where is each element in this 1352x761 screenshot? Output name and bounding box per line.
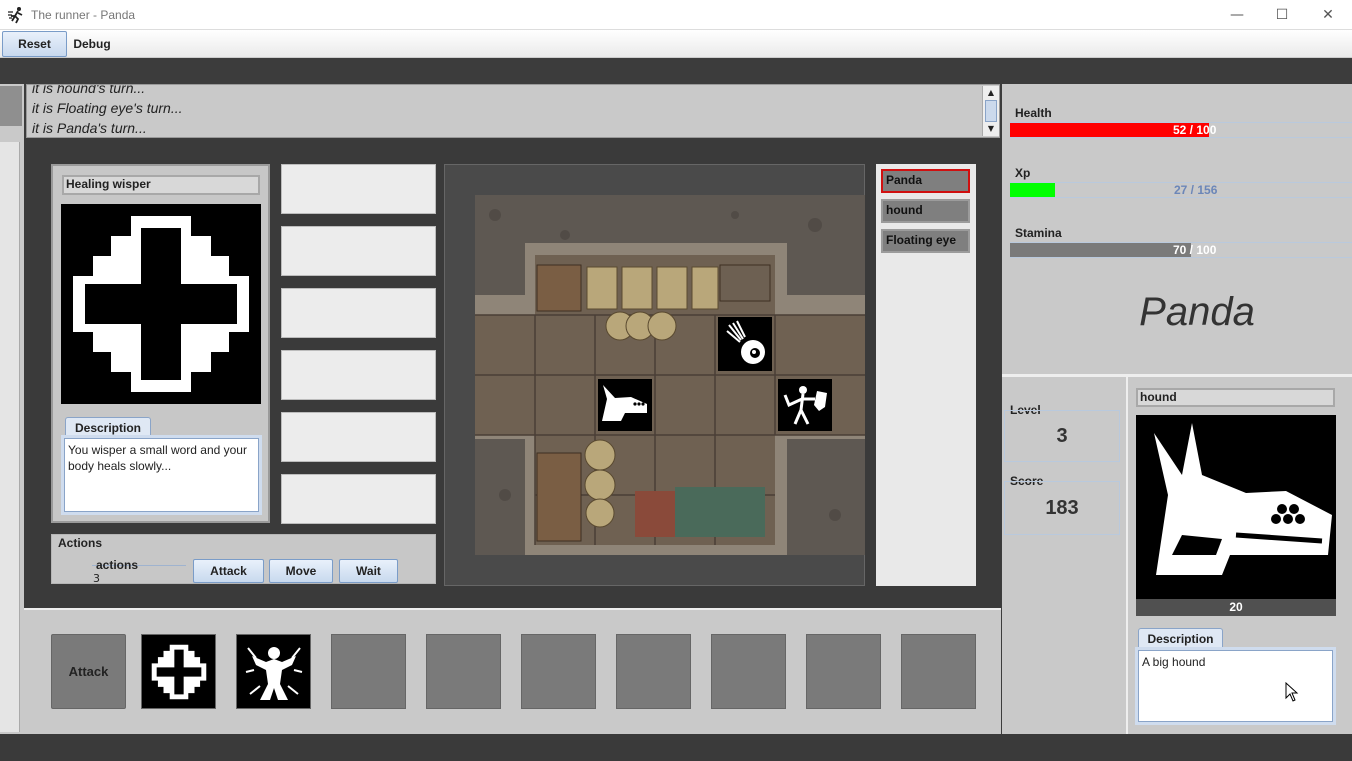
hotbar-slot[interactable] (806, 634, 881, 709)
stamina-value: 70 / 100 (1173, 243, 1217, 257)
turn-item-hound[interactable]: hound (881, 199, 970, 223)
hotbar-slot[interactable] (331, 634, 406, 709)
title-bar: The runner - Panda — ☐ ✕ (0, 0, 1352, 30)
turn-item-panda[interactable]: Panda (881, 169, 970, 193)
actions-count-label: actions (96, 558, 139, 572)
log-line: it is Floating eye's turn... (32, 100, 183, 116)
stamina-label: Stamina (1015, 226, 1062, 240)
skill-slot[interactable] (281, 226, 436, 276)
close-button[interactable]: ✕ (1305, 0, 1351, 30)
move-button[interactable]: Move (269, 559, 333, 583)
window-title: The runner - Panda (31, 8, 136, 22)
skill-slot[interactable] (281, 350, 436, 400)
skill-name: Healing wisper (62, 175, 260, 195)
xp-value: 27 / 156 (1174, 183, 1218, 197)
xp-label: Xp (1015, 166, 1031, 180)
dungeon-map[interactable] (475, 195, 865, 555)
skill-description-tab[interactable]: Description (65, 417, 151, 437)
runner-app-icon (8, 7, 23, 24)
xp-bar: 27 / 156 (1010, 182, 1352, 198)
target-value: 20 (1136, 599, 1336, 616)
hotbar-slot-burst[interactable] (236, 634, 311, 709)
xp-bar-fill (1010, 183, 1055, 197)
health-label: Health (1015, 106, 1052, 120)
close-icon: ✕ (1322, 7, 1334, 23)
debug-menu[interactable]: Debug (69, 31, 115, 57)
scroll-thumb[interactable] (985, 100, 997, 122)
splitter-handle[interactable] (0, 86, 22, 126)
scroll-down-icon[interactable]: ▼ (985, 124, 997, 134)
mouse-cursor-icon (1285, 682, 1299, 702)
player-name: Panda (1139, 290, 1255, 334)
target-description-tab[interactable]: Description (1138, 628, 1223, 648)
reset-button[interactable]: Reset (2, 31, 67, 57)
actions-panel: Actions actions 3 Attack Move Wait (51, 534, 436, 585)
burst-figure-icon (245, 647, 303, 700)
maximize-button[interactable]: ☐ (1259, 0, 1305, 30)
skill-card: Healing wisper Description You wisper a … (51, 164, 270, 523)
level-score-panel: Level 3 Score 183 (1002, 374, 1128, 734)
skill-description: You wisper a small word and your body he… (61, 435, 262, 515)
hotbar-slot[interactable] (426, 634, 501, 709)
skill-slot[interactable] (281, 474, 436, 524)
skill-slot[interactable] (281, 164, 436, 214)
level-value: 3 (1004, 410, 1120, 462)
health-bar: 52 / 100 (1010, 122, 1352, 138)
stamina-bar: 70 / 100 (1010, 242, 1352, 258)
menu-bar: Reset Debug (0, 30, 1352, 58)
bottom-edge (0, 734, 1352, 761)
log-line: it is Panda's turn... (32, 120, 147, 136)
turn-item-floating-eye[interactable]: Floating eye (881, 229, 970, 253)
hotbar-slot[interactable] (616, 634, 691, 709)
healing-cross-icon (61, 204, 261, 404)
hotbar-slot[interactable] (711, 634, 786, 709)
attack-button[interactable]: Attack (193, 559, 264, 583)
target-description: A big hound (1135, 647, 1336, 725)
skill-slot[interactable] (281, 412, 436, 462)
turn-log[interactable]: it is hound's turn... it is Floating eye… (26, 84, 1000, 138)
maximize-icon: ☐ (1275, 7, 1289, 23)
hound-head-icon (1136, 415, 1336, 599)
log-line: it is hound's turn... (32, 84, 146, 96)
hotbar-slot[interactable] (901, 634, 976, 709)
minimize-button[interactable]: — (1214, 0, 1260, 30)
hotbar-slot[interactable] (521, 634, 596, 709)
actions-count-value: 3 (93, 572, 100, 585)
healing-cross-icon (151, 644, 207, 700)
skill-slot[interactable] (281, 288, 436, 338)
hotbar-slot-healing[interactable] (141, 634, 216, 709)
wait-button[interactable]: Wait (339, 559, 398, 583)
left-panel-edge (0, 142, 20, 732)
log-scrollbar[interactable]: ▲ ▼ (982, 86, 999, 136)
actions-title: Actions (58, 536, 103, 550)
scroll-up-icon[interactable]: ▲ (985, 88, 997, 98)
health-value: 52 / 100 (1173, 123, 1217, 137)
dungeon-map-canvas (475, 195, 865, 555)
score-value: 183 (1004, 481, 1120, 535)
minimize-icon: — (1230, 7, 1244, 23)
hotbar-attack-button[interactable]: Attack (51, 634, 126, 709)
turn-order-panel: Panda hound Floating eye (876, 164, 976, 586)
left-splitter[interactable] (0, 84, 24, 734)
target-panel: hound 20 Description A big hound (1128, 374, 1352, 734)
target-name: hound (1136, 388, 1335, 407)
stamina-bar-fill (1010, 243, 1191, 257)
